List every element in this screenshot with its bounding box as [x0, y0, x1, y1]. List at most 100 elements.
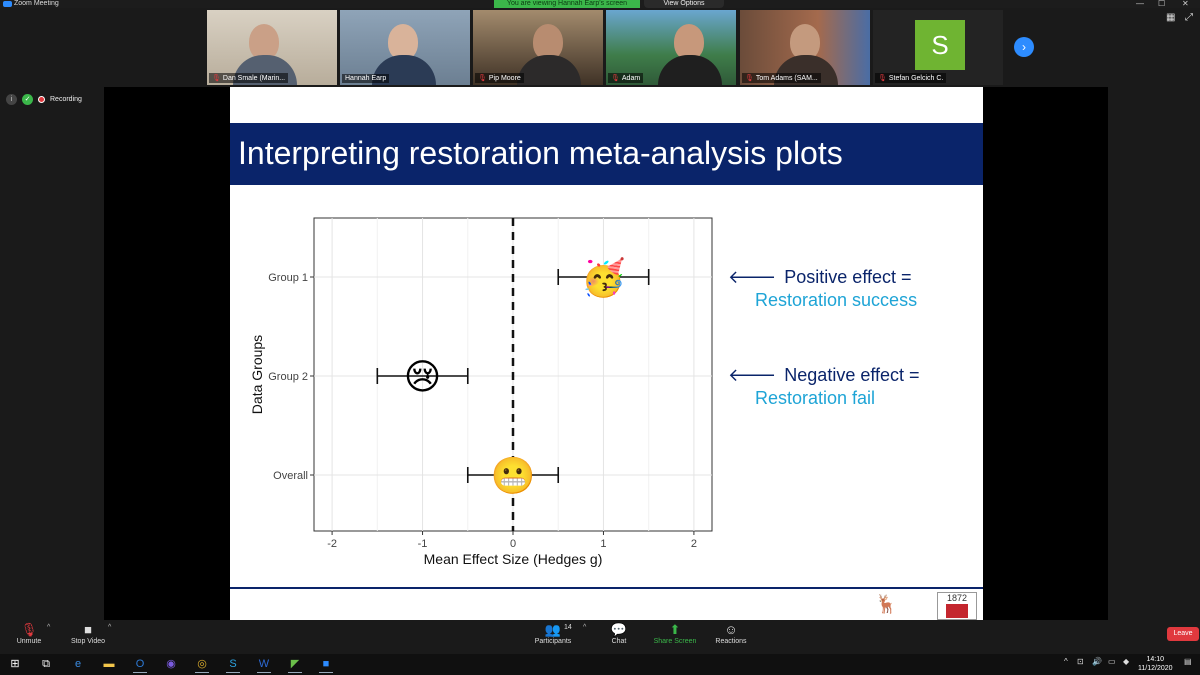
y-tick-label: Overall	[273, 470, 308, 482]
task-view-icon[interactable]: ⧉	[37, 656, 55, 673]
participant-name: 🎙 Adam	[608, 73, 644, 83]
stop-video-button[interactable]: ■ Stop Video	[66, 622, 110, 645]
clock-time: 14:10	[1146, 656, 1165, 663]
recording-icon	[38, 95, 45, 103]
y-tick-label: Group 2	[268, 371, 308, 383]
mic-muted-icon: 🎙	[611, 75, 620, 82]
participants-count: 14	[564, 624, 572, 631]
participant-tile[interactable]: 🎙 Tom Adams (SAM...	[740, 10, 870, 85]
shared-screen: Interpreting restoration meta-analysis p…	[104, 87, 1108, 620]
view-options-button[interactable]: View Options	[644, 0, 724, 8]
share-screen-icon: ⬆	[669, 622, 681, 637]
zoom-icon[interactable]: ■	[317, 656, 335, 673]
edge-icon[interactable]: e	[69, 656, 87, 673]
mic-muted-icon: 🎙	[212, 75, 221, 82]
y-tick-label: Group 1	[268, 272, 308, 284]
participant-name: 🎙 Dan Smale (Marin...	[209, 73, 289, 83]
app-icon[interactable]: ◤	[286, 656, 304, 673]
mic-muted-icon: 🎙	[878, 75, 887, 82]
audio-options-caret[interactable]: ^	[47, 624, 50, 631]
x-axis-label: Mean Effect Size (Hedges g)	[424, 551, 603, 567]
fullscreen-icon[interactable]: ⤢	[1185, 12, 1193, 23]
mic-muted-icon: 🎙	[745, 75, 754, 82]
participant-tile[interactable]: 🎙 Adam	[606, 10, 736, 85]
reactions-button[interactable]: ☺ Reactions	[712, 622, 750, 645]
participant-tile[interactable]: S 🎙 Stefan Gelcich C.	[873, 10, 1003, 85]
participant-tile[interactable]: 🎙 Dan Smale (Marin...	[207, 10, 337, 85]
share-screen-button[interactable]: ⬆ Share Screen	[650, 622, 700, 645]
crest-year: 1872	[946, 593, 968, 603]
windows-taskbar: ⊞ ⧉ e ▬ O ◉ ◎ S W ◤ ■ ^ ⊡ 🔊 ▭ ◆ 14:10 11…	[0, 654, 1200, 675]
maximize-button[interactable]: ☐	[1158, 0, 1165, 8]
shield-icon[interactable]: ✓	[22, 93, 33, 105]
chrome-icon[interactable]: ◎	[193, 656, 211, 673]
y-axis-label: Data Groups	[249, 335, 265, 414]
volume-icon[interactable]: 🔊	[1092, 657, 1102, 666]
participant-name: 🎙 Stefan Gelcich C.	[875, 73, 947, 83]
x-tick-label: 1	[600, 538, 606, 550]
skype-icon[interactable]: S	[224, 656, 242, 673]
video-options-caret[interactable]: ^	[108, 624, 111, 631]
outlook-icon[interactable]: O	[131, 656, 149, 673]
x-tick-label: -2	[327, 538, 337, 550]
participant-name: Hannah Earp	[342, 74, 390, 83]
info-icon[interactable]: i	[6, 93, 17, 105]
mic-muted-icon: 🎙	[20, 622, 38, 637]
crying-face-emoji: 😢	[404, 357, 442, 398]
next-page-icon[interactable]: ›	[1014, 37, 1034, 57]
recording-label: Recording	[50, 95, 82, 103]
unmute-button[interactable]: 🎙 Unmute	[12, 622, 46, 645]
meeting-status: i ✓ Recording	[6, 93, 82, 105]
x-tick-label: -1	[418, 538, 428, 550]
presentation-slide: Interpreting restoration meta-analysis p…	[230, 87, 983, 620]
forest-plot: 🥳 Group 1 😢 Group 2 😬 Overall -2 -1 0 1 2 Mean Effe…	[249, 217, 713, 567]
windows-start-icon[interactable]: ⊞	[6, 656, 24, 673]
arrow-left-icon: 🡐	[728, 365, 777, 385]
close-button[interactable]: ✕	[1182, 0, 1189, 8]
x-tick-label: 0	[510, 538, 516, 550]
annotation-negative: 🡐 Negative effect = Restoration fail	[728, 365, 920, 409]
video-camera-icon: ■	[84, 622, 92, 637]
network-icon[interactable]: ⊡	[1077, 657, 1084, 666]
participants-options-caret[interactable]: ^	[583, 624, 586, 631]
notifications-icon[interactable]: ▤	[1184, 657, 1192, 666]
party-face-emoji: 🥳	[581, 256, 626, 299]
firefox-icon[interactable]: ◉	[162, 656, 180, 673]
tray-overflow-icon[interactable]: ^	[1064, 657, 1068, 666]
participant-tile-active-speaker[interactable]: Hannah Earp	[340, 10, 470, 85]
annotation-line1: Negative effect =	[784, 365, 920, 385]
annotation-positive: 🡐 Positive effect = Restoration success	[728, 267, 917, 311]
annotation-line2: Restoration success	[755, 290, 918, 310]
participant-name: 🎙 Pip Moore	[475, 73, 524, 83]
window-titlebar: Zoom Meeting You are viewing Hannah Earp…	[0, 0, 1200, 8]
leave-button[interactable]: Leave	[1167, 627, 1199, 641]
window-title: Zoom Meeting	[14, 0, 59, 7]
reactions-icon: ☺	[724, 622, 738, 637]
chat-icon: 💬	[610, 622, 628, 637]
crest-logo-icon: 1872	[937, 592, 977, 620]
zoom-app-icon	[3, 1, 12, 7]
gallery-view-icon[interactable]: ▦	[1166, 12, 1175, 23]
meeting-control-bar: 🎙 Unmute ^ ■ Stop Video ^ 👥 Participants…	[0, 620, 1200, 654]
clock[interactable]: 14:10 11/12/2020	[1138, 655, 1173, 673]
avatar: S	[915, 20, 965, 70]
university-logo-icon: 🦌	[875, 594, 898, 614]
word-icon[interactable]: W	[255, 656, 273, 673]
viewing-screen-banner: You are viewing Hannah Earp's screen	[494, 0, 640, 8]
annotation-line2: Restoration fail	[755, 388, 876, 408]
chat-button[interactable]: 💬 Chat	[605, 622, 633, 645]
x-tick-label: 2	[691, 538, 697, 550]
participant-name: 🎙 Tom Adams (SAM...	[742, 73, 821, 83]
zoom-meeting-window: Zoom Meeting You are viewing Hannah Earp…	[0, 0, 1200, 675]
clock-date: 11/12/2020	[1138, 665, 1173, 672]
grimacing-face-emoji: 😬	[491, 456, 536, 497]
mic-muted-icon: 🎙	[478, 75, 487, 82]
file-explorer-icon[interactable]: ▬	[100, 656, 118, 673]
battery-icon[interactable]: ▭	[1108, 657, 1116, 666]
minimize-button[interactable]: —	[1136, 0, 1144, 8]
slide-footer-divider	[230, 587, 983, 589]
dropbox-icon[interactable]: ◆	[1123, 657, 1129, 666]
arrow-left-icon: 🡐	[728, 267, 777, 287]
annotation-line1: Positive effect =	[784, 267, 912, 287]
participant-tile[interactable]: 🎙 Pip Moore	[473, 10, 603, 85]
